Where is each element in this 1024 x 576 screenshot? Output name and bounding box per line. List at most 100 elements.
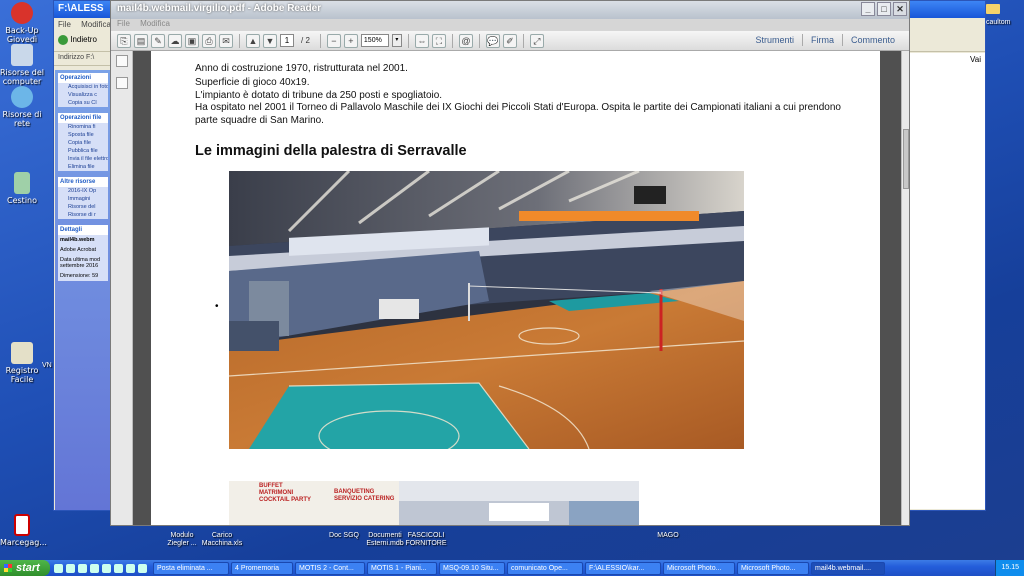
next-page-icon[interactable]: ▼: [263, 33, 277, 48]
desktop-icon-doc-sgq[interactable]: Doc SGQ: [324, 532, 364, 540]
task-item[interactable]: Visualizza c: [58, 91, 108, 99]
desktop-icon-backup[interactable]: Back-Up Giovedì: [0, 2, 44, 44]
upload-icon[interactable]: ☁: [168, 33, 182, 48]
task-box-header[interactable]: Altre risorse: [58, 177, 108, 187]
task-item[interactable]: Copia file: [58, 139, 108, 147]
desktop-icon-marcegag[interactable]: Marcegag...: [0, 514, 47, 547]
vertical-scrollbar[interactable]: [901, 51, 909, 525]
clock[interactable]: 15.15: [1001, 564, 1019, 571]
quick-launch-icon[interactable]: [114, 563, 123, 573]
desktop-icon-caultom[interactable]: caultom: [986, 19, 1011, 26]
previous-page-icon[interactable]: ▲: [246, 33, 260, 48]
back-arrow-icon[interactable]: [58, 35, 68, 45]
task-item[interactable]: Immagini: [58, 195, 108, 203]
sign-tab[interactable]: Firma: [801, 34, 842, 46]
desktop-icon-my-computer[interactable]: Risorse del computer: [0, 44, 44, 86]
taskbar-item[interactable]: 4 Promemoria: [231, 561, 293, 575]
quick-launch-icon[interactable]: [78, 563, 87, 573]
email-icon[interactable]: ✉: [219, 33, 233, 48]
desktop-icon-network[interactable]: Risorse di rete: [0, 86, 44, 128]
details-type: Adobe Acrobat: [60, 247, 97, 253]
task-item[interactable]: Sposta file: [58, 131, 108, 139]
edit-icon[interactable]: ✎: [151, 33, 165, 48]
maximize-button[interactable]: □: [877, 2, 891, 16]
computer-icon: [11, 44, 33, 66]
quick-launch-icon[interactable]: [66, 563, 75, 573]
zoom-out-icon[interactable]: −: [326, 33, 341, 48]
scrollbar-thumb[interactable]: [903, 129, 909, 189]
quick-launch-icon[interactable]: [102, 563, 111, 573]
desktop-icon-label: Registro Facile: [5, 366, 39, 384]
zoom-level-input[interactable]: 150%: [360, 34, 389, 47]
task-item[interactable]: 2016-IX Op: [58, 187, 108, 195]
taskbar-item-active[interactable]: mail4b.webmail....: [811, 561, 885, 575]
zoom-in-icon[interactable]: +: [343, 33, 358, 48]
quick-launch-icon[interactable]: [126, 563, 135, 573]
document-area[interactable]: Anno di costruzione 1970, ristrutturata …: [133, 51, 903, 525]
quick-launch-icon[interactable]: [138, 563, 147, 573]
reader-titlebar[interactable]: mail4b.webmail.virgilio.pdf - Adobe Read…: [111, 1, 909, 19]
fit-width-icon[interactable]: ⇔: [414, 33, 429, 48]
taskbar-item[interactable]: F:\ALESSIO\kar...: [585, 561, 661, 575]
task-box-header[interactable]: Operazioni file: [58, 113, 108, 123]
desktop-icon-fascicoli[interactable]: FASCICOLI FORNITORE: [404, 532, 448, 548]
menu-modifica[interactable]: Modifica: [81, 20, 111, 29]
save-icon[interactable]: ▣: [185, 33, 199, 48]
desktop-icon-registro[interactable]: Registro Facile: [0, 342, 44, 384]
quick-launch-icon[interactable]: [90, 563, 99, 573]
banner-text: BUFFET MATRIMONI COCKTAIL PARTY: [259, 483, 311, 504]
pages-panel-icon[interactable]: [115, 55, 128, 67]
task-item[interactable]: Acquisisci in fotocamera: [58, 83, 108, 91]
explorer-file-area[interactable]: Vai: [909, 53, 985, 509]
minimize-button[interactable]: _: [861, 2, 875, 16]
go-button[interactable]: Vai: [970, 55, 981, 64]
address-input[interactable]: F:\: [86, 54, 94, 61]
task-item[interactable]: Risorse di r: [58, 211, 108, 219]
address-label: Indirizzo: [58, 54, 85, 61]
desktop-icon-recycle-bin[interactable]: Cestino: [0, 172, 44, 205]
fit-page-icon[interactable]: ⛶: [431, 33, 446, 48]
read-mode-icon[interactable]: @: [458, 33, 473, 48]
task-box-header[interactable]: Operazioni: [58, 73, 108, 83]
taskbar-item[interactable]: MOTIS 2 - Cont...: [295, 561, 365, 575]
taskbar-item[interactable]: Microsoft Photo...: [737, 561, 809, 575]
quick-launch-icon[interactable]: [54, 563, 63, 573]
banner-line: BUFFET: [259, 483, 283, 489]
menu-file[interactable]: File: [58, 20, 71, 29]
task-box-header[interactable]: Dettagli: [58, 225, 108, 235]
attachments-icon[interactable]: [115, 77, 128, 89]
desktop-icon-documenti-esterni[interactable]: Documenti Esterni.mdb: [362, 532, 408, 548]
desktop-icon-vn[interactable]: VN: [42, 362, 52, 369]
details-name: mail4b.webm: [60, 237, 95, 243]
taskbar-item[interactable]: Microsoft Photo...: [663, 561, 735, 575]
taskbar-item[interactable]: MOTIS 1 - Piani...: [367, 561, 437, 575]
desktop-icon-modulo-ziegler[interactable]: Modulo Ziegler ...: [162, 532, 202, 548]
taskbar-item[interactable]: MSQ-09.10 Situ...: [439, 561, 505, 575]
menu-file[interactable]: File: [117, 19, 130, 28]
zoom-dropdown-icon[interactable]: ▾: [391, 34, 402, 47]
menu-modifica[interactable]: Modifica: [140, 19, 170, 28]
back-button[interactable]: Indietro: [70, 35, 97, 44]
open-icon[interactable]: ▤: [134, 33, 148, 48]
close-button[interactable]: ✕: [893, 2, 907, 16]
desktop-icon-mago[interactable]: MAGO: [648, 532, 688, 540]
create-pdf-icon[interactable]: ⎘: [117, 33, 131, 48]
task-item[interactable]: Elimina file: [58, 163, 108, 171]
print-icon[interactable]: ⎙: [202, 33, 216, 48]
comment-tab[interactable]: Commento: [841, 34, 903, 46]
page-number-input[interactable]: 1: [280, 34, 294, 47]
reader-window[interactable]: mail4b.webmail.virgilio.pdf - Adobe Read…: [110, 0, 910, 526]
start-button[interactable]: start: [0, 560, 50, 576]
task-item[interactable]: Rinomina fi: [58, 123, 108, 131]
expand-icon[interactable]: ⤢: [529, 33, 544, 48]
task-item[interactable]: Pubblica file: [58, 147, 108, 155]
task-item[interactable]: Copia su CI: [58, 99, 108, 107]
taskbar-item[interactable]: Posta eliminata ...: [153, 561, 229, 575]
desktop-icon-carico-macchina[interactable]: Carico Macchina.xls: [200, 532, 244, 548]
tools-tab[interactable]: Strumenti: [747, 34, 802, 46]
task-item[interactable]: Risorse del: [58, 203, 108, 211]
taskbar-item[interactable]: comunicato Ope...: [507, 561, 583, 575]
comment-icon[interactable]: 💬: [485, 33, 500, 48]
highlight-icon[interactable]: ✐: [502, 33, 517, 48]
task-item[interactable]: Invia il file elettronica: [58, 155, 108, 163]
